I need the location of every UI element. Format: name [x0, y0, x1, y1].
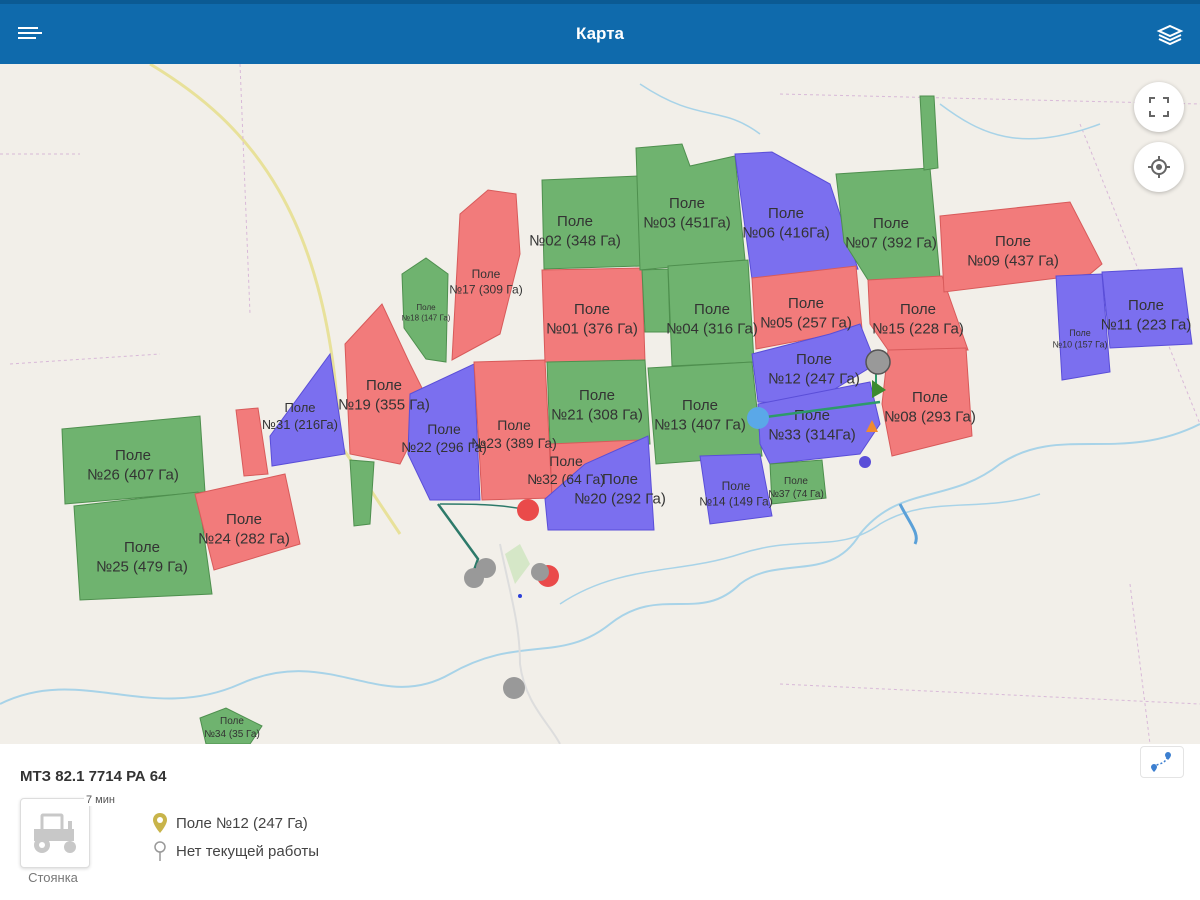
field-label-title: Поле — [900, 301, 936, 318]
locate-icon[interactable] — [1134, 142, 1184, 192]
field-label-name: №09 (437 Га) — [967, 253, 1059, 270]
menu-icon[interactable] — [16, 22, 44, 46]
field-07-strip[interactable] — [919, 95, 939, 171]
field-label-name: №02 (348 Га) — [529, 233, 621, 250]
field-label-name: №32 (64 Га) — [527, 471, 605, 487]
vehicle-marker-gray[interactable] — [503, 677, 525, 699]
current-field-row: Поле №12 (247 Га) — [150, 812, 308, 834]
field-label-name: №07 (392 Га) — [845, 235, 937, 252]
field-label-name: №34 (35 Га) — [204, 729, 260, 740]
field-label-name: №21 (308 Га) — [551, 407, 643, 424]
fullscreen-icon[interactable] — [1134, 82, 1184, 132]
field-label-title: Поле — [574, 301, 610, 318]
field-label-title: Поле — [768, 205, 804, 222]
vehicle-marker-gray[interactable] — [531, 563, 549, 581]
field-small-green-a[interactable] — [349, 459, 375, 527]
field-label-title: Поле — [784, 476, 808, 487]
layers-icon[interactable] — [1156, 22, 1184, 48]
field-label-name: №06 (416Га) — [742, 225, 830, 242]
route-icon[interactable] — [1140, 746, 1184, 778]
field-label-title: Поле — [497, 417, 531, 433]
vehicle-info-panel: МТЗ 82.1 7714 РА 64 7 мин Стоянка Поле №… — [0, 744, 1200, 900]
vehicle-status: Стоянка — [28, 870, 78, 885]
field-label-title: Поле — [682, 397, 718, 414]
vehicle-name: МТЗ 82.1 7714 РА 64 — [20, 768, 167, 785]
field-label-title: Поле — [912, 389, 948, 406]
field-label-title: Поле — [226, 511, 262, 528]
field-label-name: №23 (389 Га) — [471, 435, 557, 451]
tractor-icon[interactable] — [20, 798, 90, 868]
vehicle-marker-gray[interactable] — [464, 568, 484, 588]
current-work-row: Нет текущей работы — [150, 840, 319, 862]
field-label-name: №01 (376 Га) — [546, 321, 638, 338]
field-label-title: Поле — [416, 303, 436, 312]
current-field-text: Поле №12 (247 Га) — [176, 814, 308, 832]
vehicle-marker-gray[interactable] — [865, 349, 891, 375]
field-label-title: Поле — [788, 295, 824, 312]
field-label-title: Поле — [1128, 297, 1164, 314]
field-label-name: №10 (157 Га) — [1052, 340, 1107, 350]
field-label-name: №03 (451Га) — [643, 215, 731, 232]
top-bar: Карта — [0, 0, 1200, 64]
field-label-title: Поле — [1069, 328, 1091, 338]
field-label-title: Поле — [427, 421, 461, 437]
field-label-title: Поле — [796, 351, 832, 368]
field-label-title: Поле — [873, 215, 909, 232]
field-label-title: Поле — [220, 716, 244, 727]
field-label-title: Поле — [124, 539, 160, 556]
elapsed-time: 7 мин — [84, 794, 117, 806]
field-label-title: Поле — [115, 447, 151, 464]
map-pin-icon — [150, 812, 170, 834]
field-label-title: Поле — [579, 387, 615, 404]
field-label-title: Поле — [549, 453, 583, 469]
field-label-name: №15 (228 Га) — [872, 321, 964, 338]
field-label-name: №19 (355 Га) — [338, 397, 430, 414]
map-canvas: Поле №26 (407 Га) Поле №25 (479 Га) Поле №24 … — [0, 64, 1200, 744]
app-root: Карта Поле №26 (407 Га) Поле №25 (479 Га… — [0, 0, 1200, 900]
field-label-name: №17 (309 Га) — [449, 283, 522, 297]
field-label-name: №18 (147 Га) — [402, 313, 451, 322]
field-label-name: №12 (247 Га) — [768, 371, 860, 388]
field-label-title: Поле — [472, 267, 501, 281]
field-label-title: Поле — [722, 479, 751, 493]
field-label-title: Поле — [366, 377, 402, 394]
field-label-name: №33 (314Га) — [768, 427, 856, 444]
field-label-name: №04 (316 Га) — [666, 321, 758, 338]
field-label-title: Поле — [694, 301, 730, 318]
field-label-name: №31 (216Га) — [262, 417, 338, 432]
vehicle-marker-red[interactable] — [517, 499, 539, 521]
field-label-name: №05 (257 Га) — [760, 315, 852, 332]
field-label-name: №20 (292 Га) — [574, 491, 666, 508]
page-title: Карта — [576, 24, 624, 43]
field-label-title: Поле — [284, 400, 315, 415]
field-label-name: №37 (74 Га) — [768, 489, 824, 500]
field-label-title: Поле — [602, 471, 638, 488]
field-label-name: №26 (407 Га) — [87, 467, 179, 484]
field-label-name: №24 (282 Га) — [198, 531, 290, 548]
field-label-name: №08 (293 Га) — [884, 409, 976, 426]
field-label-name: №13 (407 Га) — [654, 417, 746, 434]
vehicle-marker-blue[interactable] — [747, 407, 769, 429]
field-label-name: №11 (223 Га) — [1101, 317, 1192, 334]
field-label-title: Поле — [669, 195, 705, 212]
map-area[interactable]: Поле №26 (407 Га) Поле №25 (479 Га) Поле №24 … — [0, 64, 1200, 744]
pin-icon — [150, 840, 170, 862]
field-label-title: Поле — [995, 233, 1031, 250]
current-work-text: Нет текущей работы — [176, 842, 319, 860]
field-label-title: Поле — [557, 213, 593, 230]
field-label-name: №25 (479 Га) — [96, 559, 188, 576]
field-label-name: №14 (149 Га) — [699, 495, 772, 509]
